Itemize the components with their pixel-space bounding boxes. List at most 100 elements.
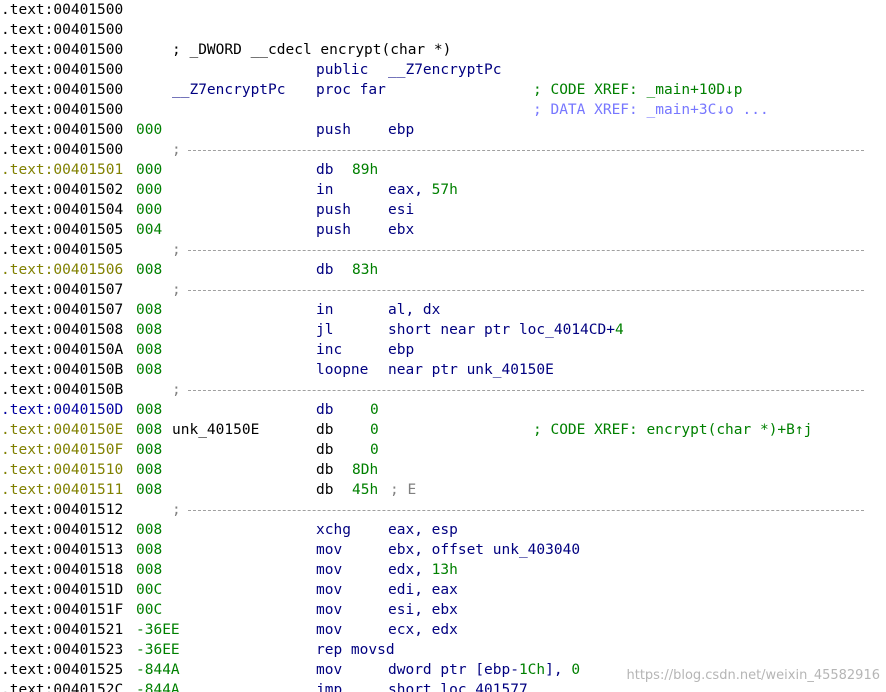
instruction-mnemonic[interactable]: rep movsd — [316, 640, 395, 660]
line-address[interactable]: .text:00401507 — [1, 300, 123, 320]
instruction-operands[interactable]: al, dx — [388, 300, 440, 320]
line-address[interactable]: .text:00401518 — [1, 560, 123, 580]
line-address[interactable]: .text:0040150A — [1, 340, 123, 360]
instruction-operands[interactable]: eax, esp — [388, 520, 458, 540]
listing-line[interactable]: .text:00401500 000 push ebp — [0, 120, 886, 140]
instruction-mnemonic[interactable]: push — [316, 120, 351, 140]
line-address[interactable]: .text:0040150E — [1, 420, 123, 440]
instruction-operands[interactable]: ecx, edx — [388, 620, 458, 640]
instruction-operands[interactable]: edi, eax — [388, 580, 458, 600]
instruction-mnemonic[interactable]: db — [316, 480, 333, 500]
listing-line[interactable]: .text:00401500 ; DATA XREF: _main+3C↓o ..… — [0, 100, 886, 120]
line-address[interactable]: .text:0040150B — [1, 380, 123, 400]
line-address[interactable]: .text:00401500 — [1, 0, 123, 20]
line-address[interactable]: .text:0040151D — [1, 580, 123, 600]
instruction-mnemonic[interactable]: db — [316, 440, 333, 460]
instruction-mnemonic[interactable]: jmp — [316, 680, 342, 692]
line-address[interactable]: .text:00401500 — [1, 120, 123, 140]
instruction-operands[interactable]: eax, 57h — [388, 180, 458, 200]
listing-line[interactable]: .text:0040150D 008 db 0 — [0, 400, 886, 420]
line-address[interactable]: .text:00401505 — [1, 240, 123, 260]
cross-reference-comment[interactable]: ; CODE XREF: _main+10D↓p — [533, 80, 743, 100]
listing-line[interactable]: .text:00401512; — [0, 500, 886, 520]
listing-line[interactable]: .text:0040150E 008 unk_40150E db 0 ; CODE XRE… — [0, 420, 886, 440]
instruction-mnemonic[interactable]: mov — [316, 540, 342, 560]
line-address[interactable]: .text:0040150D — [1, 400, 123, 420]
instruction-operands[interactable]: edx, 13h — [388, 560, 458, 580]
line-address[interactable]: .text:00401512 — [1, 520, 123, 540]
line-address[interactable]: .text:00401500 — [1, 140, 123, 160]
instruction-operands[interactable]: ebx, offset unk_403040 — [388, 540, 580, 560]
listing-line[interactable]: .text:00401513 008 mov ebx, offset unk_4030… — [0, 540, 886, 560]
line-address[interactable]: .text:00401500 — [1, 40, 123, 60]
instruction-mnemonic[interactable]: push — [316, 220, 351, 240]
disassembly-listing[interactable]: .text:00401500 .text:00401500 .text:004015… — [0, 0, 886, 692]
listing-line[interactable]: .text:00401505 004 push ebx — [0, 220, 886, 240]
cross-reference-comment[interactable]: ; CODE XREF: encrypt(char *)+B↑j — [533, 420, 812, 440]
line-address[interactable]: .text:00401511 — [1, 480, 123, 500]
line-address[interactable]: .text:00401500 — [1, 60, 123, 80]
instruction-operands[interactable]: near ptr unk_40150E — [388, 360, 554, 380]
instruction-mnemonic[interactable]: jl — [316, 320, 333, 340]
line-address[interactable]: .text:00401502 — [1, 180, 123, 200]
line-address[interactable]: .text:0040152C — [1, 680, 123, 692]
line-address[interactable]: .text:00401507 — [1, 280, 123, 300]
cross-reference-comment[interactable]: ; DATA XREF: _main+3C↓o ... — [533, 100, 769, 120]
instruction-mnemonic[interactable]: loopne — [316, 360, 368, 380]
line-address[interactable]: .text:00401500 — [1, 100, 123, 120]
listing-line[interactable]: .text:0040150B 008 loopne near ptr unk_4015… — [0, 360, 886, 380]
instruction-mnemonic[interactable]: mov — [316, 580, 342, 600]
line-address[interactable]: .text:00401506 — [1, 260, 123, 280]
listing-line[interactable]: .text:00401502 000 in eax, 57h — [0, 180, 886, 200]
listing-line[interactable]: .text:00401507 008 in al, dx — [0, 300, 886, 320]
line-address[interactable]: .text:00401505 — [1, 220, 123, 240]
instruction-mnemonic[interactable]: xchg — [316, 520, 351, 540]
line-address[interactable]: .text:0040151F — [1, 600, 123, 620]
line-address[interactable]: .text:0040150B — [1, 360, 123, 380]
listing-line[interactable]: .text:00401501 000 db 89h — [0, 160, 886, 180]
line-address[interactable]: .text:00401512 — [1, 500, 123, 520]
line-address[interactable]: .text:0040150F — [1, 440, 123, 460]
listing-line[interactable]: .text:00401504 000 push esi — [0, 200, 886, 220]
instruction-mnemonic[interactable]: mov — [316, 560, 342, 580]
instruction-mnemonic[interactable]: push — [316, 200, 351, 220]
listing-line[interactable]: .text:00401500; — [0, 140, 886, 160]
listing-line[interactable]: .text:00401510 008 db 8Dh — [0, 460, 886, 480]
instruction-mnemonic[interactable]: db — [316, 460, 333, 480]
line-address[interactable]: .text:00401513 — [1, 540, 123, 560]
listing-line[interactable]: .text:00401512 008 xchg eax, esp — [0, 520, 886, 540]
listing-line[interactable]: .text:0040150B; — [0, 380, 886, 400]
instruction-operands[interactable]: short near ptr loc_4014CD+4 — [388, 320, 624, 340]
listing-line[interactable]: .text:00401500 ; _DWORD __cdecl encrypt(c… — [0, 40, 886, 60]
line-address[interactable]: .text:00401508 — [1, 320, 123, 340]
listing-line[interactable]: .text:00401500 — [0, 20, 886, 40]
instruction-operands[interactable]: ebx — [388, 220, 414, 240]
code-label[interactable]: unk_40150E — [172, 420, 259, 440]
listing-line[interactable]: .text:00401521 -36EE mov ecx, edx — [0, 620, 886, 640]
line-address[interactable]: .text:00401523 — [1, 640, 123, 660]
instruction-mnemonic[interactable]: mov — [316, 660, 342, 680]
instruction-mnemonic[interactable]: in — [316, 180, 333, 200]
instruction-operands[interactable]: __Z7encryptPc — [388, 60, 502, 80]
listing-line[interactable]: .text:00401507; — [0, 280, 886, 300]
instruction-operands[interactable]: ebp — [388, 340, 414, 360]
instruction-mnemonic[interactable]: mov — [316, 620, 342, 640]
line-address[interactable]: .text:00401521 — [1, 620, 123, 640]
instruction-operands[interactable]: esi, ebx — [388, 600, 458, 620]
instruction-mnemonic[interactable]: mov — [316, 600, 342, 620]
listing-line[interactable]: .text:00401523 -36EE rep movsd — [0, 640, 886, 660]
listing-line[interactable]: .text:00401500 public __Z7encryptPc — [0, 60, 886, 80]
instruction-operands[interactable]: esi — [388, 200, 414, 220]
line-address[interactable]: .text:00401501 — [1, 160, 123, 180]
listing-line[interactable]: .text:00401508 008 jl short near ptr loc_40… — [0, 320, 886, 340]
line-address[interactable]: .text:00401510 — [1, 460, 123, 480]
instruction-operands[interactable]: dword ptr [ebp-1Ch], 0 — [388, 660, 580, 680]
instruction-mnemonic[interactable]: db — [316, 400, 333, 420]
instruction-mnemonic[interactable]: proc far — [316, 80, 386, 100]
listing-line[interactable]: .text:0040151D 00C mov edi, eax — [0, 580, 886, 600]
instruction-mnemonic[interactable]: inc — [316, 340, 342, 360]
listing-line[interactable]: .text:00401505; — [0, 240, 886, 260]
listing-line[interactable]: .text:00401506 008 db 83h — [0, 260, 886, 280]
listing-line[interactable]: .text:00401511 008 db 45h ; E — [0, 480, 886, 500]
line-address[interactable]: .text:00401504 — [1, 200, 123, 220]
